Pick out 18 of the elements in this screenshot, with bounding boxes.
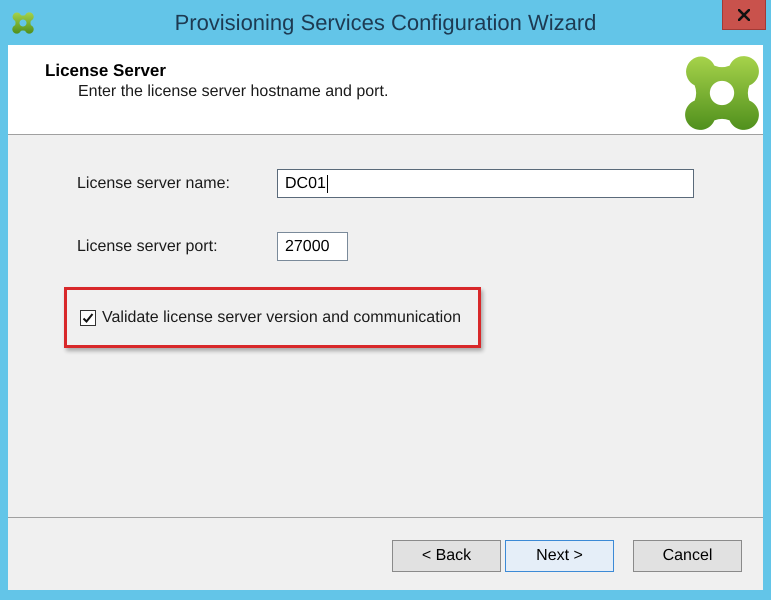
window-title: Provisioning Services Configuration Wizard: [174, 9, 596, 37]
close-icon: [738, 8, 750, 20]
app-icon: [12, 12, 34, 34]
port-field[interactable]: 27000: [277, 232, 348, 261]
text-cursor: [326, 174, 328, 192]
checkbox[interactable]: [80, 310, 96, 326]
checkmark-icon: [82, 312, 94, 324]
field-label: License server name:: [77, 174, 231, 194]
page-subtitle: Enter the license server hostname and port.: [77, 82, 388, 102]
logo-icon: [684, 55, 760, 131]
wizard-button[interactable]: < Back: [392, 540, 501, 572]
close-button[interactable]: [722, 0, 766, 30]
text-field[interactable]: DC01: [277, 169, 694, 198]
field-label: License server port:: [77, 236, 219, 256]
page-title: License Server: [45, 61, 167, 81]
wizard-button[interactable]: Next >: [505, 540, 614, 572]
wizard-button[interactable]: Cancel: [633, 540, 742, 572]
checkbox-label: Validate license server version and communication: [102, 308, 461, 328]
